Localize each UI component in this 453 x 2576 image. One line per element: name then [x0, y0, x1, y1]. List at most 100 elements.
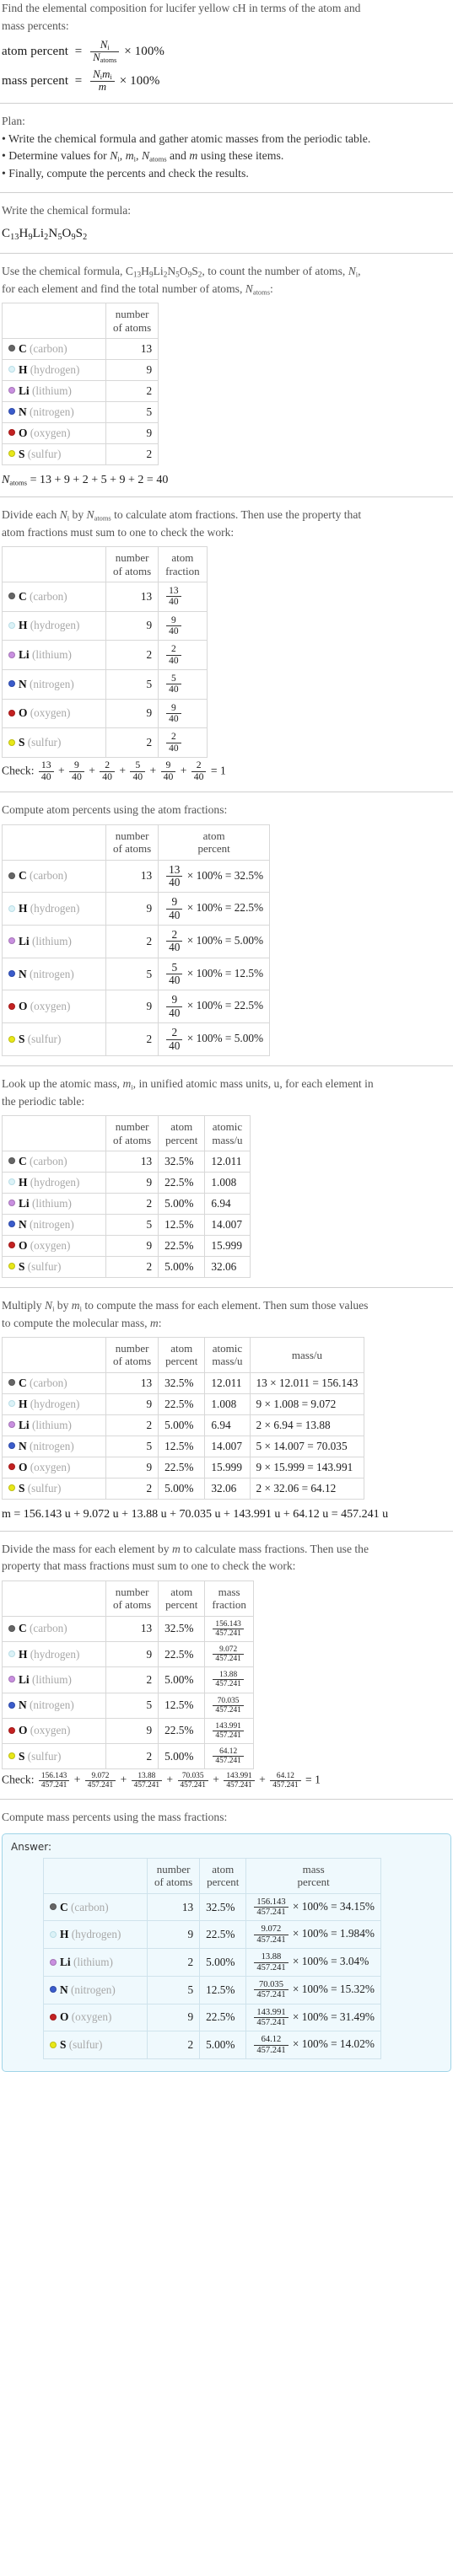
table-row: H (hydrogen) 9	[2, 358, 159, 381]
col-header-number-of-atoms: number of atoms	[105, 1337, 159, 1373]
element-cell: S (sulfur)	[43, 2031, 148, 2059]
element-color-dot	[8, 366, 15, 373]
element-cell: H (hydrogen)	[2, 1171, 106, 1194]
element-cell: Li (lithium)	[2, 925, 106, 958]
element-cell: S (sulfur)	[2, 1743, 106, 1770]
fraction-denominator: 40	[166, 712, 181, 724]
fraction-denominator: 457.241	[224, 1780, 255, 1790]
number-of-atoms-cell: 9	[105, 892, 159, 926]
table-row: C (carbon) 13 13 40	[2, 581, 208, 612]
col-header-number-of-atoms: number of atoms	[105, 1115, 159, 1151]
formula-N: N5	[48, 227, 62, 243]
fraction: 64.12 457.241	[270, 1772, 301, 1790]
number-of-atoms-cell: 2	[105, 1477, 159, 1500]
element-symbol: S	[19, 447, 25, 460]
fraction: 2 40	[166, 732, 181, 754]
element-cell: Li (lithium)	[2, 379, 106, 402]
element-symbol: N	[60, 1983, 68, 1996]
element-name: (sulfur)	[27, 1481, 62, 1495]
number-of-atoms-cell: 9	[146, 2003, 201, 2032]
mass-fraction-text-line-2: property that mass fractions must sum to…	[2, 1559, 296, 1573]
element-symbol: O	[19, 706, 28, 720]
count-atoms-section: Use the chemical formula, C13H9Li2N5O9S2…	[0, 263, 453, 487]
atom-count-table-head: number of atoms	[2, 303, 159, 339]
element-color-dot	[8, 387, 15, 394]
fraction: 13.88 457.241	[213, 1671, 244, 1688]
atom-fraction-cell: 13 40	[158, 581, 208, 612]
element-symbol: C	[19, 341, 27, 355]
element-color-dot	[8, 651, 15, 658]
mass-fraction-cell: 13.88 457.241	[204, 1666, 254, 1693]
element-name: (nitrogen)	[30, 1439, 74, 1452]
equals-sign: =	[71, 45, 86, 59]
mass-percent-table-head: number of atoms atom percent mass percen…	[43, 1858, 381, 1894]
times-100-equals: × 100% =	[292, 1927, 337, 1940]
element-symbol: C	[60, 1900, 68, 1913]
element-cell: H (hydrogen)	[2, 892, 106, 926]
header-line-2: of atoms	[113, 564, 152, 577]
mass-percent-label: mass percent	[2, 74, 69, 89]
header-line-2: of atoms	[113, 1598, 152, 1612]
fraction: 143.991 457.241	[213, 1722, 244, 1740]
plus-sign: +	[119, 764, 127, 777]
fraction-denominator: 457.241	[213, 1679, 244, 1688]
element-cell: Li (lithium)	[2, 1414, 106, 1436]
element-name: (carbon)	[71, 1900, 109, 1913]
atom-count-table-body: C (carbon) 13 H (hydrogen) 9 Li (lithium) 2 N …	[2, 337, 159, 465]
element-symbol: S	[19, 1749, 25, 1763]
mass-percent-definition: mass percent = Nimi m × 100%	[2, 68, 451, 94]
fraction-numerator: 9	[170, 614, 176, 625]
mass-percent-times100: × 100%	[119, 74, 160, 89]
plan-item-3: • Finally, compute the percents and chec…	[2, 165, 451, 183]
fraction-denominator: 457.241	[270, 1780, 301, 1790]
plan-heading: Plan:	[2, 115, 25, 128]
element-symbol: C	[19, 1376, 27, 1389]
mass-fraction-cell: 70.035 457.241	[204, 1692, 254, 1719]
atom-percent-table: number of atoms atom percent C (carbon) 1…	[2, 824, 271, 1056]
fraction-denominator: 457.241	[254, 2044, 289, 2055]
atom-fraction-cell: 2 40	[158, 727, 208, 758]
table-row: C (carbon) 13 32.5% 12.011	[2, 1150, 251, 1173]
col-header-atom-percent: atom percent	[158, 1580, 206, 1617]
element-name: (lithium)	[31, 1196, 72, 1210]
fraction-denominator: 40	[166, 875, 183, 888]
atom-percent-cell: 9 40 × 100% = 22.5%	[158, 892, 271, 926]
element-symbol: Li	[60, 1956, 71, 1968]
atomic-mass-cell: 14.007	[204, 1435, 251, 1457]
table-row: H (hydrogen) 9 22.5% 1.008 9 × 1.008 = 9.072	[2, 1393, 365, 1415]
header-line-1: number	[115, 1342, 149, 1355]
element-cell: S (sulfur)	[2, 1255, 106, 1278]
header-line-1: atom	[212, 1863, 235, 1876]
mass-percent-text: Compute mass percents using the mass fra…	[2, 1811, 228, 1824]
fraction-denominator: 457.241	[254, 1989, 289, 1999]
times-100-equals: × 100% =	[292, 1982, 337, 1995]
number-of-atoms-cell: 9	[146, 1920, 201, 1950]
fraction-denominator: 40	[166, 974, 183, 986]
element-symbol: Li	[19, 1418, 30, 1431]
check-result: = 1	[210, 764, 226, 777]
header-line-2: of atoms	[113, 320, 152, 334]
mass-fraction-check-line: Check: 156.143 457.241 + 9.072 457.241 + 1…	[2, 1772, 451, 1790]
element-color-dot	[8, 872, 15, 879]
fraction-numerator: 2	[171, 1026, 178, 1039]
atom-percent-cell: 22.5%	[158, 1234, 206, 1257]
fraction-numerator: 70.035	[181, 1772, 204, 1781]
atomic-mass-cell: 14.007	[204, 1213, 251, 1236]
element-color-dot	[8, 1421, 15, 1429]
element-symbol: O	[19, 1724, 28, 1737]
atom-percent-cell: 22.5%	[158, 1456, 206, 1479]
fraction-numerator: 2	[171, 928, 178, 941]
number-of-atoms-cell: 13	[105, 581, 159, 612]
times-100-equals: × 100% =	[292, 1899, 337, 1913]
fraction-numerator: 5	[135, 759, 141, 770]
element-symbol: N	[19, 967, 27, 980]
number-of-atoms-cell: 9	[105, 990, 159, 1024]
table-row: H (hydrogen) 9 22.5% 9.072 457.241	[2, 1641, 254, 1668]
col-header-element	[2, 1115, 106, 1151]
fraction-numerator: 156.143	[215, 1619, 241, 1629]
atom-fraction-cell: 5 40	[158, 668, 208, 700]
element-cell: H (hydrogen)	[2, 1393, 106, 1415]
fraction-denominator: 40	[38, 770, 54, 783]
element-color-dot	[8, 1242, 15, 1249]
table-row: Li (lithium) 2 5.00% 13.88 457.241 × 100% = …	[43, 1948, 381, 1977]
